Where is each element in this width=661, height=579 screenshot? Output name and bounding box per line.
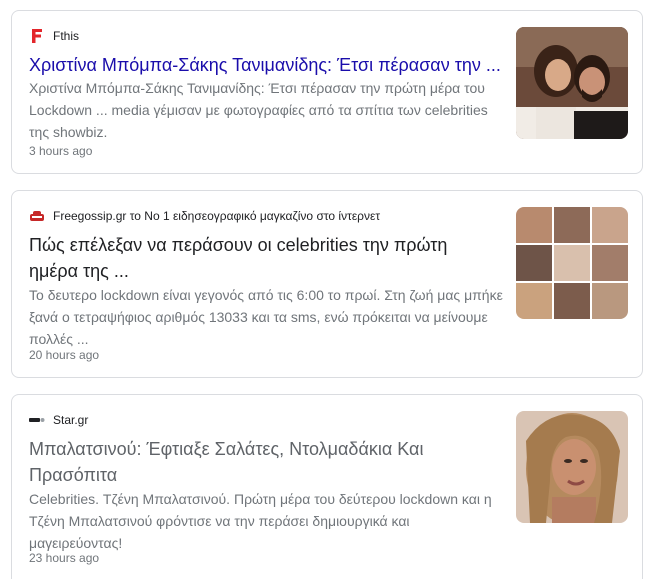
news-card[interactable]: Freegossip.gr το No 1 ειδησεογραφικό μαγ…	[11, 190, 643, 378]
news-results-feed: Fthis Χριστίνα Μπόμπα-Σάκης Τανιμανίδης:…	[0, 0, 661, 579]
news-snippet: Το δευτερο lockdown είναι γεγονός από τι…	[29, 287, 503, 347]
woman-portrait-thumbnail[interactable]	[516, 411, 628, 523]
news-title[interactable]: Πώς επέλεξαν να περάσουν οι celebrities …	[29, 232, 499, 284]
news-source-name: Fthis	[53, 29, 80, 43]
news-time: 23 hours ago	[29, 551, 100, 565]
news-source: Freegossip.gr το No 1 ειδησεογραφικό μαγ…	[29, 208, 380, 224]
freegossip-logo-icon	[29, 208, 45, 224]
news-card[interactable]: Star.gr Μπαλατσινού: Έφτιαξε Σαλάτες, Ντ…	[11, 394, 643, 579]
news-title[interactable]: Χριστίνα Μπόμπα-Σάκης Τανιμανίδης: Έτσι …	[29, 52, 507, 78]
news-title[interactable]: Μπαλατσινού: Έφτιαξε Σαλάτες, Ντολμαδάκι…	[29, 436, 479, 488]
news-snippet: Χριστίνα Μπόμπα-Σάκης Τανιμανίδης: Έτσι …	[29, 80, 488, 140]
news-source: Star.gr	[29, 412, 88, 428]
fthis-f-logo-icon	[29, 28, 45, 44]
news-snippet: Celebrities. Τζένη Μπαλατσινού. Πρώτη μέ…	[29, 491, 492, 551]
news-card[interactable]: Fthis Χριστίνα Μπόμπα-Σάκης Τανιμανίδης:…	[11, 10, 643, 174]
star-gr-logo-icon	[29, 412, 45, 428]
couple-selfie-thumbnail[interactable]	[516, 27, 628, 139]
news-time: 20 hours ago	[29, 348, 100, 362]
celebrity-collage-thumbnail[interactable]	[516, 207, 628, 319]
news-source-name: Star.gr	[53, 413, 89, 427]
news-source-name: Freegossip.gr το No 1 ειδησεογραφικό μαγ…	[53, 209, 381, 223]
news-source: Fthis	[29, 28, 79, 44]
news-time: 3 hours ago	[29, 144, 93, 158]
